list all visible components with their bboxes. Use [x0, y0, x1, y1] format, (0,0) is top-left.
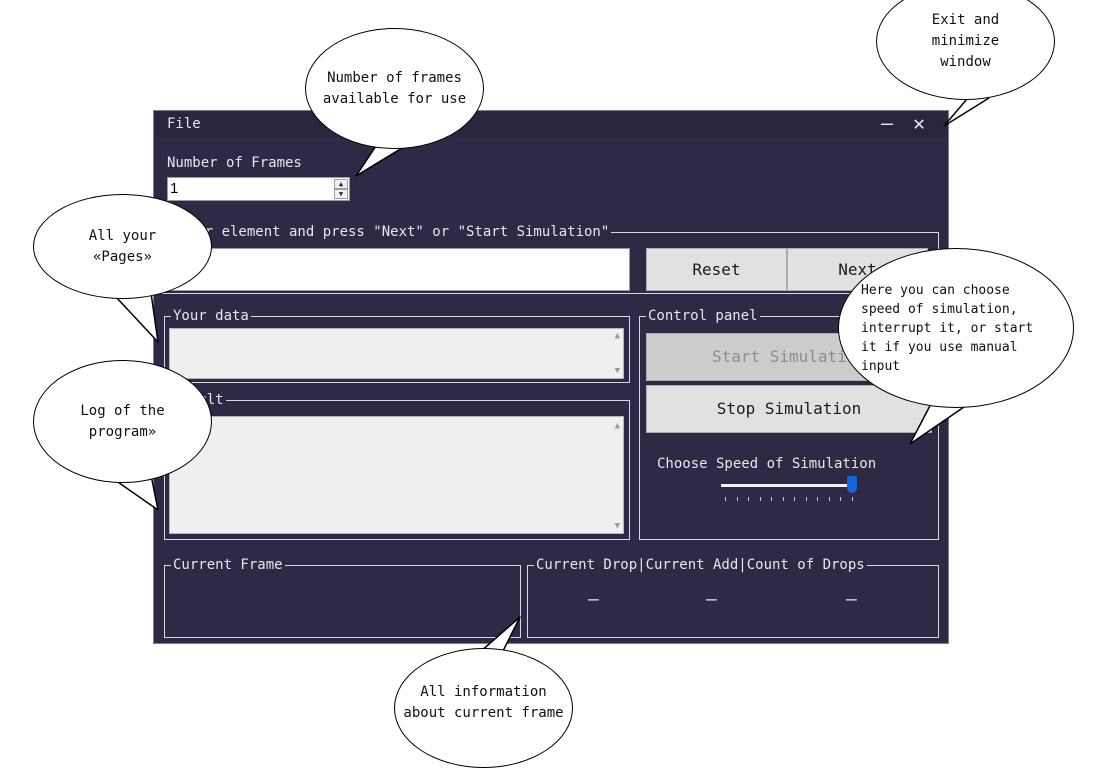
- spin-down-icon[interactable]: ▼: [334, 189, 348, 199]
- slider-tick: [748, 497, 750, 501]
- app-window: File — ✕ Number of Frames 1 ▲ ▼ Enter el…: [153, 110, 949, 644]
- your-data-textarea[interactable]: ▲ ▼: [169, 328, 624, 379]
- slider-tick: [805, 497, 807, 501]
- reset-button[interactable]: Reset: [646, 248, 787, 291]
- element-input[interactable]: [164, 248, 630, 291]
- result-textarea[interactable]: ▲ ▼: [169, 416, 624, 534]
- frame-info-callout-text: All information about current frame: [403, 684, 564, 721]
- menu-file[interactable]: File: [167, 116, 201, 132]
- speed-callout: Here you can choose speed of simulation,…: [838, 248, 1074, 408]
- exit-tail: [943, 97, 990, 127]
- title-bar: File — ✕: [154, 111, 948, 137]
- pages-callout-text: All your «Pages»: [88, 227, 157, 265]
- current-frame-group: Current Frame: [164, 556, 521, 638]
- frames-spinner[interactable]: 1 ▲ ▼: [167, 177, 350, 201]
- slider-tick: [771, 497, 773, 501]
- scroll-down-icon[interactable]: ▼: [615, 521, 620, 531]
- frame-info-callout: All information about current frame: [394, 648, 573, 768]
- slider-tick: [782, 497, 784, 501]
- frames-callout: Number of frames available for use: [305, 28, 484, 149]
- pages-callout: All your «Pages»: [33, 194, 212, 299]
- scroll-down-icon[interactable]: ▼: [615, 366, 620, 376]
- count-of-drops-value: –: [846, 589, 857, 610]
- log-callout: Log of the program»: [33, 360, 212, 483]
- slider-tick: [852, 497, 853, 501]
- speed-slider-thumb[interactable]: [847, 476, 857, 493]
- scroll-up-icon[interactable]: ▲: [615, 331, 620, 341]
- speed-slider-track[interactable]: [721, 484, 853, 487]
- slider-tick: [759, 497, 761, 501]
- current-frame-legend: Current Frame: [171, 556, 285, 574]
- slider-tick: [817, 497, 819, 501]
- your-data-legend: Your data: [171, 307, 251, 325]
- log-callout-text: Log of the program»: [80, 402, 165, 440]
- exit-callout: Exit and minimize window: [876, 0, 1055, 100]
- slider-tick: [725, 497, 726, 501]
- scroll-up-icon[interactable]: ▲: [615, 421, 620, 431]
- close-icon[interactable]: ✕: [905, 111, 933, 137]
- frames-label: Number of Frames: [167, 155, 302, 171]
- speed-label: Choose Speed of Simulation: [657, 456, 877, 472]
- slider-tick: [828, 497, 830, 501]
- slider-tick: [794, 497, 796, 501]
- spin-up-icon[interactable]: ▲: [334, 179, 348, 189]
- drop-info-legend: Current Drop|Current Add|Count of Drops: [534, 556, 867, 574]
- minimize-icon[interactable]: —: [873, 111, 901, 137]
- current-drop-value: –: [588, 589, 599, 610]
- enter-element-legend: Enter element and press "Next" or "Start…: [169, 223, 612, 241]
- frames-callout-text: Number of frames available for use: [322, 69, 467, 107]
- frames-value[interactable]: 1: [170, 180, 178, 197]
- slider-tick: [736, 497, 738, 501]
- control-panel-legend: Control panel: [646, 307, 760, 325]
- exit-callout-text: Exit and minimize window: [931, 12, 1000, 70]
- slider-tick: [840, 497, 842, 501]
- speed-callout-text: Here you can choose speed of simulation,…: [861, 282, 1034, 374]
- current-add-value: –: [706, 589, 717, 610]
